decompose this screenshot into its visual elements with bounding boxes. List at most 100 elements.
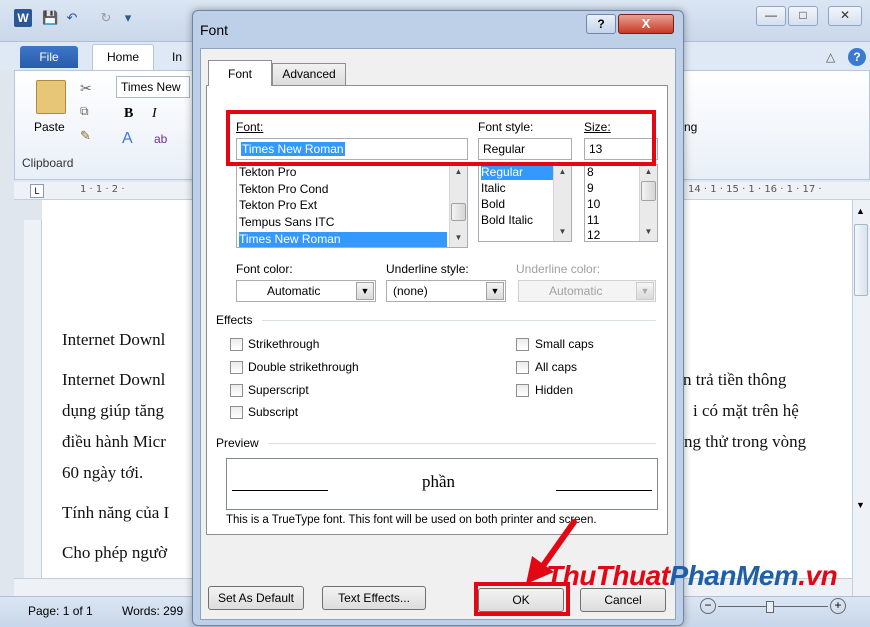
scroll-up-icon[interactable]: ▲ [450,165,467,179]
underline-color-value: Automatic [549,284,603,298]
doc-line-right: ng thử trong vòng [684,432,807,451]
dialog-help-button[interactable]: ? [586,14,616,34]
size-list-scrollbar[interactable]: ▲ ▼ [639,165,657,241]
highlight-icon[interactable]: ab [154,132,167,146]
scroll-up-icon[interactable]: ▲ [640,165,657,179]
format-painter-icon[interactable]: ✎ [80,128,91,144]
list-item[interactable]: Bold Italic [481,213,533,228]
list-item-selected[interactable]: Times New Roman [239,232,447,247]
superscript-label[interactable]: Superscript [248,383,309,397]
scroll-up-icon[interactable]: ▲ [856,206,865,216]
zoom-in-icon[interactable]: + [830,598,846,614]
hidden-checkbox[interactable] [516,384,529,397]
underline-style-select[interactable]: (none) ▼ [386,280,506,302]
watermark-logo: ThuThuatPhanMem.vn [546,560,838,592]
scroll-down-icon[interactable]: ▼ [554,225,571,239]
close-window-button[interactable]: ✕ [828,6,862,26]
tab-selector-icon[interactable]: L [30,184,44,198]
list-item[interactable]: 11 [587,213,599,228]
effects-divider [262,320,656,321]
list-item[interactable]: 10 [587,197,600,212]
all-caps-checkbox[interactable] [516,361,529,374]
zoom-out-icon[interactable]: − [700,598,716,614]
subscript-label[interactable]: Subscript [248,405,298,419]
underline-color-select[interactable]: Automatic ▼ [518,280,656,302]
dialog-close-button[interactable]: X [618,14,674,34]
chevron-down-icon[interactable]: ▼ [636,282,654,300]
tab-font[interactable]: Font [208,60,272,86]
status-page-count[interactable]: Page: 1 of 1 [28,604,93,618]
small-caps-label[interactable]: Small caps [535,337,594,351]
list-item[interactable]: Tempus Sans ITC [239,215,334,230]
superscript-checkbox[interactable] [230,384,243,397]
list-item[interactable]: Tekton Pro Cond [239,182,328,197]
redo-icon[interactable]: ↻ [98,10,114,26]
ruler-left-marks: 1 · 1 · 2 · [80,184,125,195]
doc-line: Internet Downl [62,370,166,389]
help-icon[interactable]: ? [848,48,866,66]
bold-button[interactable]: B [124,106,133,122]
save-icon[interactable]: 💾 [42,10,58,26]
doc-line: Internet Downl [62,330,166,349]
style-list-scrollbar[interactable]: ▲ ▼ [553,165,571,241]
font-list[interactable]: Tekton Pro Tekton Pro Cond Tekton Pro Ex… [236,164,468,248]
scroll-up-icon[interactable]: ▲ [554,165,571,179]
strikethrough-label[interactable]: Strikethrough [248,337,319,351]
scroll-down-icon[interactable]: ▼ [450,231,467,245]
set-as-default-button[interactable]: Set As Default [208,586,304,610]
list-item[interactable]: Italic [481,181,506,196]
subscript-checkbox[interactable] [230,406,243,419]
scroll-down-icon[interactable]: ▼ [640,225,657,239]
copy-icon[interactable]: ⧉ [80,104,89,119]
clipboard-group-label: Clipboard [22,156,74,170]
italic-button[interactable]: I [152,106,157,122]
effects-label: Effects [216,313,253,327]
text-effects-button[interactable]: Text Effects... [322,586,426,610]
small-caps-checkbox[interactable] [516,338,529,351]
chevron-down-icon[interactable]: ▼ [356,282,374,300]
tab-font-label: Font [227,67,252,81]
chevron-down-icon[interactable]: ▼ [486,282,504,300]
cut-icon[interactable]: ✂ [80,80,92,97]
list-item[interactable]: 8 [587,165,594,180]
minimize-ribbon-icon[interactable]: △ [826,50,835,64]
status-word-count[interactable]: Words: 299 [122,604,183,618]
scroll-down-icon[interactable]: ▼ [856,500,865,510]
tab-file[interactable]: File [20,46,78,68]
word-logo-icon[interactable]: W [14,9,32,27]
tab-home[interactable]: Home [92,44,154,70]
ribbon-font-name-box[interactable]: Times New [116,76,190,98]
list-item[interactable]: Bold [481,197,505,212]
doc-line-right: i có mặt trên hệ [693,401,799,420]
font-style-list[interactable]: Regular Italic Bold Bold Italic ▲ ▼ [478,164,572,242]
all-caps-label[interactable]: All caps [535,360,577,374]
doc-line: dụng giúp tăng [62,401,164,420]
paste-icon[interactable] [36,80,66,114]
tab-advanced[interactable]: Advanced [272,63,346,85]
list-item[interactable]: 9 [587,181,594,196]
preview-label: Preview [216,436,259,450]
list-item[interactable]: 12 [587,228,600,243]
maximize-button[interactable]: □ [788,6,818,26]
font-list-scroll-thumb[interactable] [451,203,466,221]
customize-qat-icon[interactable]: ▾ [120,10,136,26]
size-list-scroll-thumb[interactable] [641,181,656,201]
font-list-scrollbar[interactable]: ▲ ▼ [449,165,467,247]
list-item-selected[interactable]: Regular [481,165,553,180]
double-strikethrough-label[interactable]: Double strikethrough [248,360,359,374]
double-strikethrough-checkbox[interactable] [230,361,243,374]
tab-insert[interactable]: In [172,50,182,64]
vertical-scroll-thumb[interactable] [854,224,868,296]
list-item[interactable]: Tekton Pro Ext [239,198,317,213]
text-effects-ribbon-icon[interactable]: A [122,130,133,148]
paste-label[interactable]: Paste [34,120,65,134]
undo-icon[interactable]: ↶ [64,10,80,26]
list-item[interactable]: Tekton Pro [239,165,296,180]
strikethrough-checkbox[interactable] [230,338,243,351]
hidden-label[interactable]: Hidden [535,383,573,397]
font-size-list[interactable]: 8 9 10 11 12 ▲ ▼ [584,164,658,242]
minimize-button[interactable]: — [756,6,786,26]
zoom-slider-thumb[interactable] [766,601,774,613]
preview-baseline-right [556,490,652,491]
font-color-select[interactable]: Automatic ▼ [236,280,376,302]
